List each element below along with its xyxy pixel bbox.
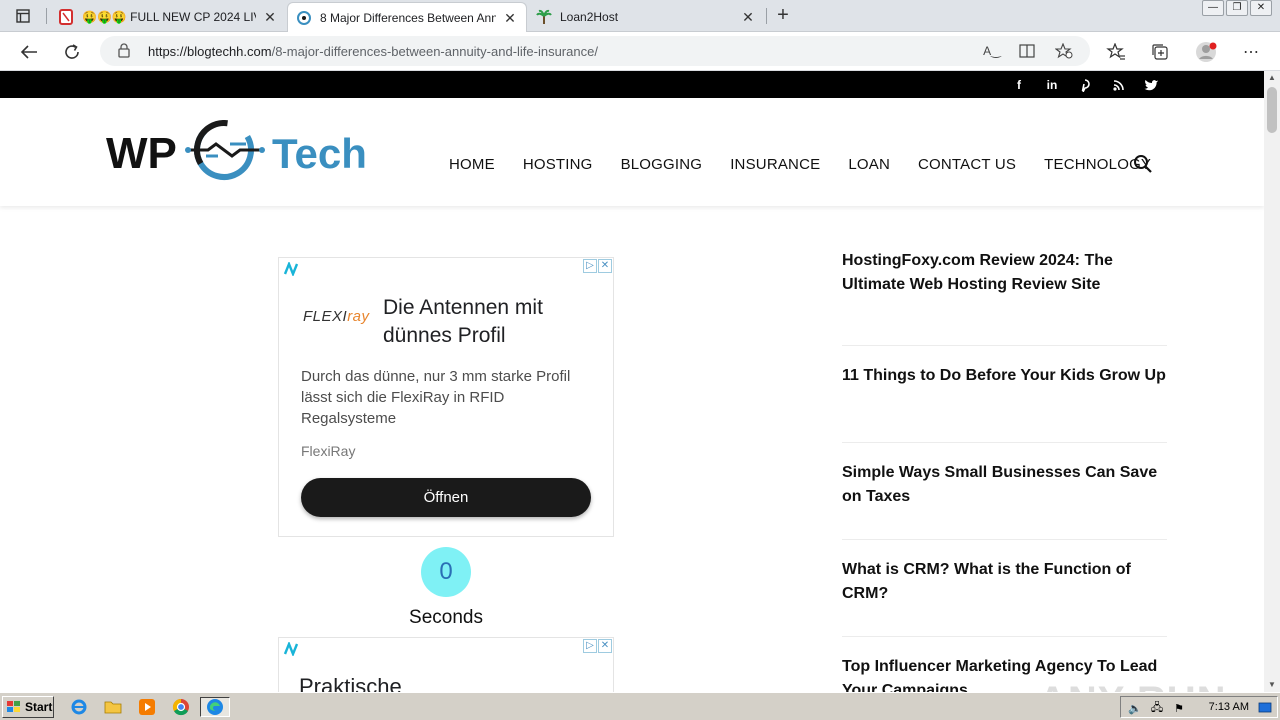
linkedin-icon[interactable]: in [1043, 76, 1061, 94]
watermark: ANY RUN [1038, 679, 1227, 692]
clock: 7:13 AM [1208, 701, 1249, 713]
post-link[interactable]: 11 Things to Do Before Your Kids Grow Up [842, 364, 1167, 388]
start-button[interactable]: Start [2, 696, 54, 718]
ad-open-button[interactable]: Öffnen [301, 478, 591, 517]
edge-icon[interactable] [200, 697, 230, 717]
list-item: What is CRM? What is the Function of CRM… [842, 540, 1167, 637]
tab-title: 🤑🤑🤑 FULL NEW CP 2024 LIVES [82, 10, 256, 24]
post-link[interactable]: HostingFoxy.com Review 2024: The Ultimat… [842, 249, 1167, 297]
tab-blogtechh[interactable]: 8 Major Differences Between Ann ✕ [287, 2, 527, 32]
new-tab-button[interactable]: + [772, 4, 794, 26]
ad-choices[interactable]: ▷ ✕ [583, 639, 612, 653]
flexiray-logo: FLEXIray [303, 308, 370, 325]
browser-tab-strip: 🤑🤑🤑 FULL NEW CP 2024 LIVES ✕ 8 Major Dif… [0, 0, 1280, 32]
collections-icon[interactable] [1149, 41, 1171, 63]
palm-tree-icon [536, 9, 552, 25]
wptech-logo[interactable]: WP Tech [106, 120, 367, 184]
ad-close-icon[interactable]: ✕ [598, 639, 612, 653]
restore-icon[interactable]: ❐ [1226, 0, 1248, 16]
refresh-icon[interactable] [59, 39, 85, 65]
tab-title: 8 Major Differences Between Ann [320, 10, 496, 25]
taskbar: Start 🔈 🖧 ⚑ 7:13 AM [0, 692, 1280, 720]
close-tab-icon[interactable]: ✕ [740, 9, 756, 25]
nav-loan[interactable]: LOAN [848, 156, 890, 173]
display-ad-second[interactable]: ▷ ✕ Praktische [278, 637, 614, 692]
address-bar[interactable]: https://blogtechh.com/8-major-difference… [100, 36, 1090, 66]
close-tab-icon[interactable]: ✕ [262, 9, 278, 25]
nav-home[interactable]: HOME [449, 156, 495, 173]
page-scrollbar[interactable]: ▲ ▼ [1264, 71, 1280, 692]
facebook-icon[interactable]: f [1010, 76, 1028, 94]
red-page-icon [58, 9, 74, 25]
nav-blogging[interactable]: BLOGGING [621, 156, 703, 173]
volume-icon[interactable]: 🔈 [1127, 700, 1143, 716]
system-tray: 🔈 🖧 ⚑ 7:13 AM [1120, 696, 1278, 718]
browser-toolbar: https://blogtechh.com/8-major-difference… [0, 32, 1280, 71]
back-arrow-icon[interactable] [16, 39, 42, 65]
network-icon[interactable]: 🖧 [1149, 700, 1165, 716]
ad-headline[interactable]: Die Antennen mit dünnes Profil [383, 294, 603, 350]
ad-network-icon [283, 260, 299, 278]
tab-title: Loan2Host [560, 10, 619, 24]
svg-text:Tech: Tech [272, 130, 366, 177]
ad-headline[interactable]: Praktische [299, 674, 402, 692]
tab-actions-icon[interactable] [8, 6, 38, 26]
tab-separator [766, 8, 767, 24]
ad-choices-icon[interactable]: ▷ [583, 259, 597, 273]
favorites-icon[interactable] [1105, 41, 1127, 63]
rss-icon[interactable] [1109, 76, 1127, 94]
display-ad[interactable]: ▷ ✕ FLEXIray Die Antennen mit dünnes Pro… [278, 257, 614, 537]
window-controls: — ❐ ✕ [1202, 0, 1280, 18]
scroll-down-icon[interactable]: ▼ [1264, 678, 1280, 692]
social-topbar: f in [0, 71, 1264, 98]
ad-advertiser: FlexiRay [301, 443, 356, 459]
pinterest-icon[interactable] [1076, 76, 1094, 94]
tab-loan2host[interactable]: Loan2Host ✕ [528, 2, 764, 32]
list-item: 11 Things to Do Before Your Kids Grow Up [842, 346, 1167, 443]
nav-insurance[interactable]: INSURANCE [730, 156, 820, 173]
countdown-label: Seconds [409, 607, 483, 628]
tab-cp-lives[interactable]: 🤑🤑🤑 FULL NEW CP 2024 LIVES ✕ [50, 2, 286, 32]
nav-contact-us[interactable]: CONTACT US [918, 156, 1016, 173]
scroll-up-icon[interactable]: ▲ [1264, 71, 1280, 85]
nav-hosting[interactable]: HOSTING [523, 156, 593, 173]
show-desktop-icon[interactable] [1257, 700, 1273, 716]
ie-icon[interactable] [68, 697, 90, 717]
site-header: WP Tech HOME HOSTING BLOGGING INSURANCE … [0, 98, 1264, 206]
svg-text:WP: WP [106, 129, 177, 178]
wptech-favicon-icon [296, 10, 312, 26]
url-text[interactable]: https://blogtechh.com/8-major-difference… [148, 44, 598, 59]
chrome-icon[interactable] [170, 697, 192, 717]
scroll-thumb[interactable] [1267, 87, 1277, 133]
ad-body: Durch das dünne, nur 3 mm starke Profil … [301, 368, 571, 427]
main-nav: HOME HOSTING BLOGGING INSURANCE LOAN CON… [449, 156, 1179, 173]
explorer-folder-icon[interactable] [102, 697, 124, 717]
immersive-reader-icon[interactable] [1018, 43, 1036, 59]
post-link[interactable]: What is CRM? What is the Function of CRM… [842, 558, 1167, 606]
more-menu-icon[interactable]: ⋯ [1240, 41, 1262, 63]
tab-separator [46, 8, 47, 24]
ad-close-icon[interactable]: ✕ [598, 259, 612, 273]
twitter-icon[interactable] [1142, 76, 1160, 94]
search-icon[interactable] [1133, 154, 1153, 174]
post-link[interactable]: Simple Ways Small Businesses Can Save on… [842, 461, 1167, 509]
flag-icon[interactable]: ⚑ [1171, 700, 1187, 716]
ad-choices[interactable]: ▷ ✕ [583, 259, 612, 273]
add-favorite-icon[interactable] [1055, 43, 1073, 59]
list-item: HostingFoxy.com Review 2024: The Ultimat… [842, 249, 1167, 346]
media-player-icon[interactable] [136, 697, 158, 717]
close-window-icon[interactable]: ✕ [1250, 0, 1272, 16]
lock-icon[interactable] [118, 43, 130, 63]
list-item: Simple Ways Small Businesses Can Save on… [842, 443, 1167, 540]
profile-avatar-icon[interactable] [1195, 41, 1217, 63]
ad-network-icon [283, 640, 299, 658]
countdown-badge: 0 [421, 547, 471, 597]
read-aloud-icon[interactable]: A‿ [983, 43, 1001, 59]
close-tab-icon[interactable]: ✕ [502, 10, 518, 26]
minimize-icon[interactable]: — [1202, 0, 1224, 16]
recent-posts-sidebar: HostingFoxy.com Review 2024: The Ultimat… [842, 249, 1167, 692]
page-viewport: f in WP Tech HOME HOSTING BLOGGING INSUR… [0, 71, 1264, 692]
ad-choices-icon[interactable]: ▷ [583, 639, 597, 653]
